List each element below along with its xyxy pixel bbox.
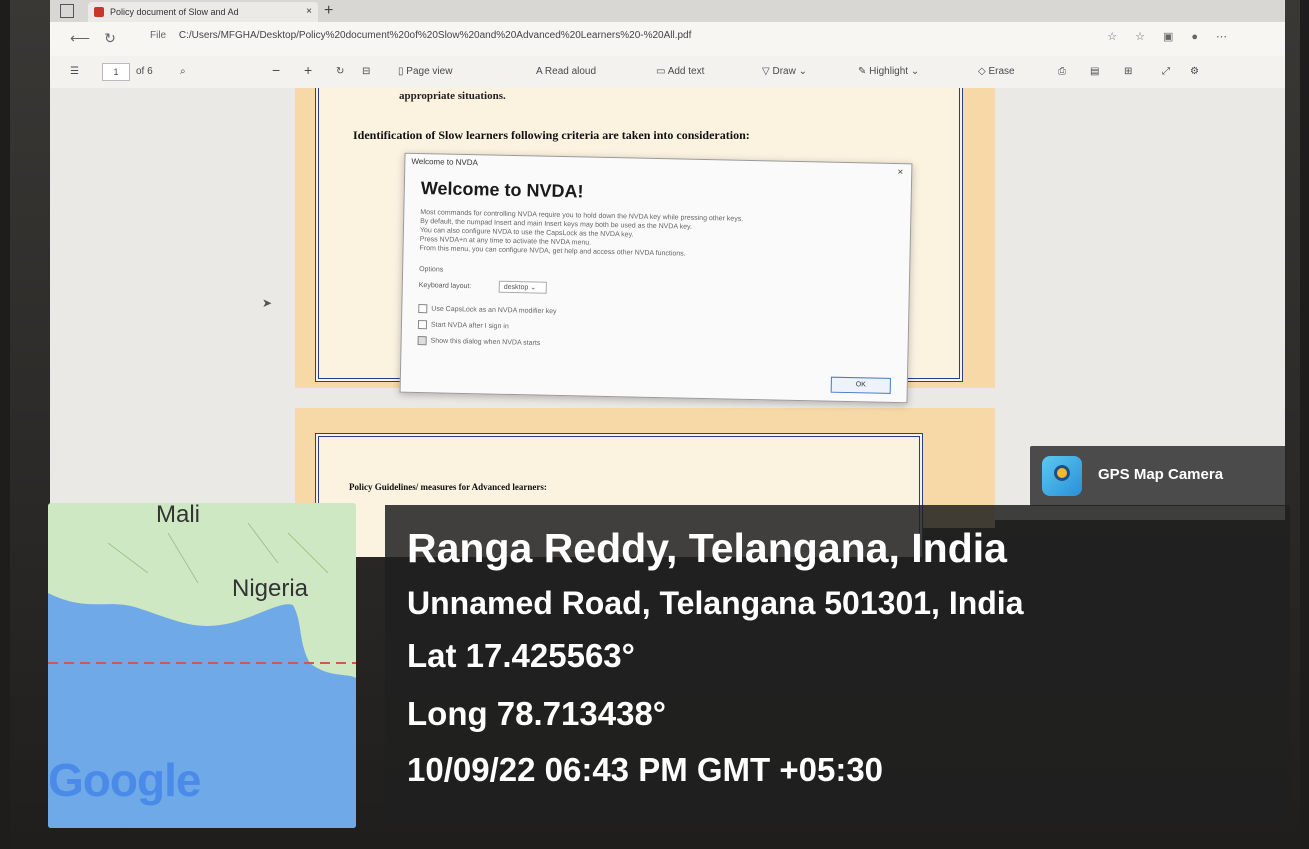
dialog-title: Welcome to NVDA	[411, 156, 479, 168]
read-aloud-icon: A	[536, 66, 543, 77]
gps-app-name: GPS Map Camera	[1098, 466, 1224, 483]
map-label-nigeria: Nigeria	[232, 575, 309, 602]
contents-icon[interactable]: ☰	[70, 66, 79, 77]
checkbox-show-dialog-label: Show this dialog when NVDA starts	[430, 337, 541, 347]
location-map: Mali Nigeria Google	[48, 503, 356, 828]
gps-address: Unnamed Road, Telangana 501301, India	[407, 585, 1024, 621]
zoom-out-icon[interactable]: −	[272, 62, 280, 78]
tab-actions-icon[interactable]	[60, 4, 74, 18]
read-aloud-label: Read aloud	[544, 66, 597, 77]
save-as-icon[interactable]: ⊞	[1124, 66, 1132, 77]
mouse-cursor-icon: ➤	[262, 296, 273, 310]
draw-label: Draw	[772, 66, 796, 77]
tab-close-icon[interactable]: ×	[306, 2, 312, 22]
checkbox-capslock-label: Use CapsLock as an NVDA modifier key	[431, 305, 557, 316]
checkbox-startup[interactable]: Start NVDA after I sign in	[417, 320, 509, 331]
page-view-button[interactable]: ▯ Page view	[398, 66, 452, 77]
page-view-label: Page view	[406, 66, 453, 77]
read-aloud-button[interactable]: A Read aloud	[536, 66, 596, 77]
document-heading-policy: Policy Guidelines/ measures for Advanced…	[349, 482, 547, 492]
checkbox-startup-box[interactable]	[417, 320, 428, 330]
rotate-icon[interactable]: ↻	[336, 66, 344, 77]
fullscreen-icon[interactable]: ⤢	[1162, 66, 1170, 77]
erase-label: Erase	[988, 66, 1015, 77]
nvda-welcome-dialog: Welcome to NVDA × Welcome to NVDA! Most …	[399, 152, 913, 404]
checkbox-startup-label: Start NVDA after I sign in	[430, 321, 509, 331]
browser-toolbar-icons[interactable]: ☆☆▣●⋯	[1107, 30, 1245, 43]
document-heading-identification: Identification of Slow learners followin…	[353, 128, 750, 142]
google-logo: Google	[48, 754, 201, 806]
document-text-top: appropriate situations.	[399, 90, 506, 102]
erase-button[interactable]: ◇ Erase	[978, 66, 1015, 77]
search-icon[interactable]: ⌕	[180, 66, 186, 77]
highlight-icon: ✎	[858, 66, 870, 77]
fit-page-icon[interactable]: ⊟	[362, 66, 370, 77]
gps-longitude: Long 78.713438°	[407, 695, 666, 732]
options-label: Options	[419, 266, 444, 274]
print-icon[interactable]: ⎙	[1058, 66, 1066, 77]
tab-title: Policy document of Slow and Ad	[110, 7, 239, 17]
map-label-mali: Mali	[156, 503, 201, 528]
address-bar: ⟵↻ File C:/Users/MFGHA/Desktop/Policy%20…	[50, 22, 1285, 57]
gps-latitude: Lat 17.425563°	[407, 637, 635, 674]
draw-icon: ▽	[762, 66, 773, 77]
new-tab-button[interactable]: +	[324, 0, 333, 22]
settings-gear-icon[interactable]: ⚙	[1190, 66, 1199, 77]
keyboard-layout-label: Keyboard layout:	[418, 282, 472, 291]
dialog-close-icon[interactable]: ×	[897, 167, 903, 178]
erase-icon: ◇	[978, 66, 989, 77]
zoom-in-icon[interactable]: +	[304, 62, 312, 78]
page-number-input[interactable]: 1	[102, 63, 130, 81]
dialog-heading: Welcome to NVDA!	[420, 178, 584, 202]
page-count: of 6	[136, 66, 153, 77]
pdf-toolbar: ☰ 1 of 6 ⌕ − + ↻ ⊟ ▯ Page view A Read al…	[50, 56, 1285, 89]
ok-button[interactable]: OK	[830, 376, 891, 394]
highlight-label: Highlight	[869, 66, 909, 77]
tab-strip: Policy document of Slow and Ad × +	[50, 0, 1285, 22]
highlight-button[interactable]: ✎ Highlight ⌄	[858, 66, 919, 77]
pdf-icon	[94, 7, 104, 17]
save-icon[interactable]: ▤	[1090, 66, 1099, 77]
tab-pdf-document[interactable]: Policy document of Slow and Ad ×	[88, 2, 318, 22]
screen: Policy document of Slow and Ad × + ⟵↻ Fi…	[50, 0, 1285, 557]
url-text: C:/Users/MFGHA/Desktop/Policy%20document…	[178, 30, 692, 41]
gps-location: Ranga Reddy, Telangana, India	[407, 525, 1007, 571]
gps-app-badge: GPS Map Camera	[1030, 446, 1288, 506]
checkbox-show-dialog-box[interactable]	[417, 336, 427, 346]
checkbox-capslock[interactable]: Use CapsLock as an NVDA modifier key	[418, 304, 557, 316]
gps-map-camera-logo-icon	[1042, 456, 1082, 496]
dialog-body: Most commands for controlling NVDA requi…	[419, 208, 890, 263]
add-text-icon: ▭	[656, 66, 668, 77]
keyboard-layout-value: desktop	[503, 283, 529, 292]
add-text-button[interactable]: ▭ Add text	[656, 66, 704, 77]
checkbox-capslock-box[interactable]	[418, 304, 428, 314]
refresh-icon[interactable]: ⟵↻	[70, 30, 130, 47]
keyboard-layout-select[interactable]: desktop ⌄	[498, 280, 547, 294]
gps-datetime: 10/09/22 06:43 PM GMT +05:30	[407, 751, 884, 788]
draw-button[interactable]: ▽ Draw ⌄	[762, 66, 807, 77]
file-label: File	[150, 30, 167, 41]
url-field[interactable]: File C:/Users/MFGHA/Desktop/Policy%20doc…	[150, 30, 691, 41]
add-text-label: Add text	[667, 66, 705, 77]
gps-info-panel: Ranga Reddy, Telangana, India Unnamed Ro…	[385, 505, 1290, 825]
checkbox-show-dialog[interactable]: Show this dialog when NVDA starts	[417, 336, 541, 348]
